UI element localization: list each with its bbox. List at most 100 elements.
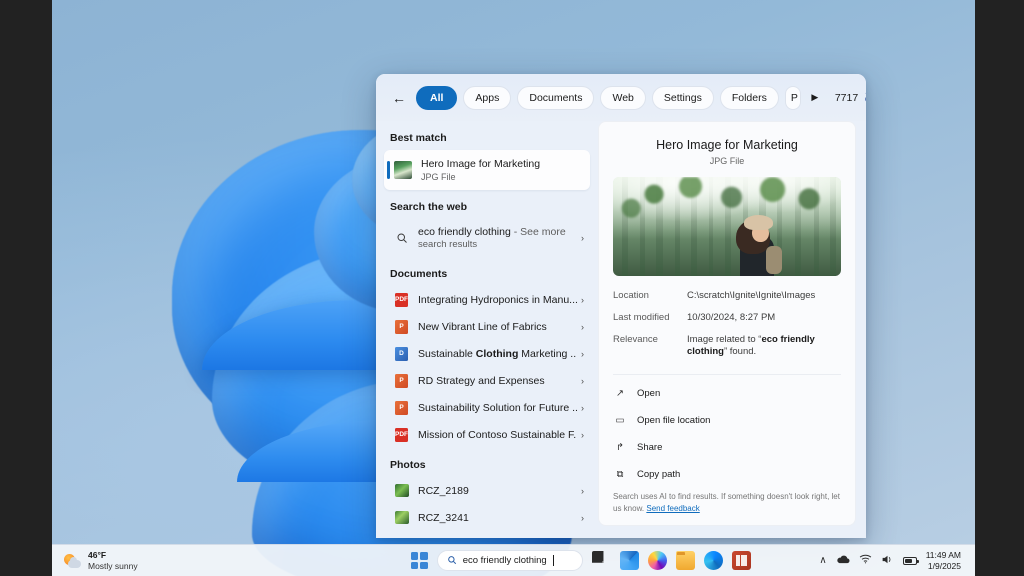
- file-explorer-icon[interactable]: [675, 551, 695, 570]
- volume-icon[interactable]: [881, 554, 894, 568]
- send-feedback-link[interactable]: Send feedback: [646, 504, 699, 513]
- best-match-result[interactable]: Hero Image for Marketing JPG File: [384, 150, 590, 190]
- metadata-row: Location C:\scratch\Ignite\Ignite\Images: [613, 290, 841, 303]
- document-result-row[interactable]: Mission of Contoso Sustainable F... ›: [384, 421, 590, 448]
- screen: ← All Apps Documents Web Settings Folders P ▶ …: [0, 0, 1024, 576]
- search-icon: [447, 555, 457, 567]
- task-view-icon[interactable]: [591, 551, 604, 563]
- search-icon: [394, 232, 409, 244]
- document-result-row[interactable]: New Vibrant Line of Fabrics ›: [384, 313, 590, 340]
- chevron-right-icon: ›: [581, 402, 584, 413]
- document-result-row[interactable]: Sustainable Clothing Marketing ... ›: [384, 340, 590, 367]
- document-result-row[interactable]: RD Strategy and Expenses ›: [384, 367, 590, 394]
- filter-pill-folders[interactable]: Folders: [719, 85, 779, 110]
- web-search-text: eco friendly clothing - See more search …: [418, 226, 577, 251]
- search-results-list: Best match Hero Image for Marketing JPG …: [376, 121, 594, 538]
- web-search-result[interactable]: eco friendly clothing - See more search …: [384, 219, 590, 257]
- photo-result-label: RCZ_2189: [418, 484, 469, 497]
- preview-metadata: Location C:\scratch\Ignite\Ignite\Images L…: [613, 290, 841, 368]
- filter-pill-web[interactable]: Web: [600, 85, 646, 110]
- open-external-icon: ↗: [616, 387, 624, 399]
- weather-text: 46°F Mostly sunny: [88, 550, 138, 570]
- preview-subtitle: JPG File: [709, 156, 745, 166]
- clock[interactable]: 11:49 AM 1/9/2025: [926, 550, 961, 571]
- filter-pill-all[interactable]: All: [416, 85, 458, 110]
- photo-result-label: RCZ_3241: [418, 511, 469, 524]
- document-result-label: Sustainable Clothing Marketing ...: [418, 347, 577, 360]
- document-result-label: New Vibrant Line of Fabrics: [418, 320, 547, 333]
- search-body: Best match Hero Image for Marketing JPG …: [376, 121, 866, 538]
- copy-icon: ⧉: [616, 468, 624, 480]
- best-match-text: Hero Image for Marketing JPG File: [421, 158, 540, 182]
- photo-result-row[interactable]: DR_2024_11›: [384, 531, 590, 538]
- widgets-icon[interactable]: [619, 551, 639, 570]
- metadata-value: C:\scratch\Ignite\Ignite\Images: [687, 289, 816, 301]
- taskbar: 46°F Mostly sunny eco friendly clothing …: [52, 544, 975, 576]
- chevron-right-icon: ›: [581, 375, 584, 386]
- action-label: Open file location: [637, 414, 711, 426]
- pdf-file-icon: [394, 292, 409, 307]
- taskbar-app-icons: [591, 551, 751, 570]
- chevron-right-icon: ›: [581, 233, 584, 243]
- taskbar-center: eco friendly clothing: [342, 550, 819, 571]
- best-match-subtitle: JPG File: [421, 171, 456, 182]
- photo-result-row[interactable]: RCZ_2189 ›: [384, 477, 590, 504]
- preview-title: Hero Image for Marketing: [656, 138, 798, 152]
- chevron-right-icon: ›: [581, 429, 584, 440]
- document-result-label: Mission of Contoso Sustainable F...: [418, 428, 577, 441]
- tray-expand-icon[interactable]: ∧: [819, 555, 826, 566]
- document-result-label: RD Strategy and Expenses: [418, 374, 545, 387]
- metadata-key: Relevance: [613, 333, 658, 345]
- metadata-key: Last modified: [613, 311, 670, 323]
- document-result-row[interactable]: Sustainability Solution for Future ... ›: [384, 394, 590, 421]
- filter-pill-apps[interactable]: Apps: [463, 85, 512, 110]
- chevron-right-icon: ›: [581, 321, 584, 332]
- photo-result-row[interactable]: RCZ_3241 ›: [384, 504, 590, 531]
- windows-start-icon[interactable]: [410, 552, 428, 569]
- filter-pill-settings[interactable]: Settings: [651, 85, 714, 110]
- document-result-row[interactable]: Integrating Hydroponics in Manu... ›: [384, 286, 590, 313]
- onedrive-icon[interactable]: [836, 554, 850, 567]
- weather-widget[interactable]: 46°F Mostly sunny: [52, 550, 342, 571]
- filter-pill-p[interactable]: P: [784, 85, 801, 110]
- metadata-key: Location: [613, 289, 649, 301]
- web-search-line2: search results: [418, 238, 478, 250]
- filter-pill-documents[interactable]: Documents: [517, 85, 595, 110]
- clock-time: 11:49 AM: [925, 549, 961, 560]
- weather-description: Mostly sunny: [88, 560, 138, 571]
- chevron-right-icon: ›: [581, 294, 584, 305]
- copilot-icon[interactable]: [647, 551, 667, 570]
- filter-overflow-icon[interactable]: ▶: [807, 92, 823, 103]
- powerpoint-file-icon: [394, 400, 409, 415]
- photo-thumbnail: [394, 511, 409, 524]
- letterbox-left: [0, 0, 52, 576]
- pdf-file-icon: [394, 427, 409, 442]
- folder-icon: ▭: [615, 414, 625, 426]
- back-arrow-icon[interactable]: ←: [388, 87, 410, 109]
- microsoft-edge-icon[interactable]: [703, 551, 723, 570]
- document-result-label: Integrating Hydroponics in Manu...: [418, 293, 577, 306]
- battery-icon[interactable]: [902, 556, 919, 565]
- letterbox-right: [975, 0, 1024, 576]
- microsoft-store-icon[interactable]: [731, 551, 751, 570]
- action-open-file-location[interactable]: ▭ Open file location: [613, 410, 841, 430]
- action-share[interactable]: ↱ Share: [613, 437, 841, 457]
- rewards-button[interactable]: 7717: [835, 91, 866, 104]
- group-header-search-the-web: Search the web: [390, 201, 468, 213]
- metadata-value: 10/30/2024, 8:27 PM: [687, 311, 776, 323]
- powerpoint-file-icon: [394, 373, 409, 388]
- group-header-best-match: Best match: [390, 132, 447, 144]
- group-header-documents: Documents: [390, 268, 448, 280]
- action-open[interactable]: ↗ Open: [613, 383, 841, 403]
- bamboo-forest-photo: [613, 177, 841, 276]
- filter-pill-group: All Apps Documents Web Settings Folders P: [416, 85, 801, 110]
- web-query-suffix: - See more: [513, 225, 566, 238]
- clock-date: 1/9/2025: [927, 560, 961, 571]
- taskbar-search-input[interactable]: eco friendly clothing: [436, 550, 583, 571]
- chevron-right-icon: ›: [581, 348, 584, 359]
- action-label: Share: [637, 441, 663, 453]
- wifi-icon[interactable]: [859, 554, 872, 567]
- documents-result-group: Integrating Hydroponics in Manu...›New V…: [384, 286, 590, 448]
- preview-divider: [613, 374, 841, 375]
- action-copy-path[interactable]: ⧉ Copy path: [613, 464, 841, 484]
